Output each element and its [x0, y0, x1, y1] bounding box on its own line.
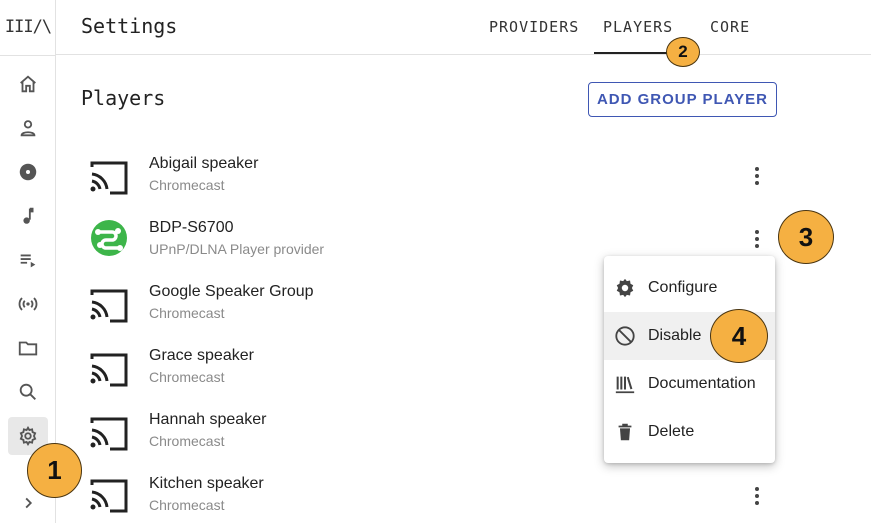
divider: [0, 55, 56, 56]
menu-item-label: Documentation: [648, 375, 756, 392]
folder-icon[interactable]: [8, 329, 48, 367]
player-name: BDP-S6700: [149, 219, 234, 236]
person-icon[interactable]: [8, 109, 48, 147]
player-provider: Chromecast: [149, 433, 225, 449]
step-badge: 2: [666, 37, 700, 67]
tab-players[interactable]: PLAYERS: [603, 18, 673, 36]
player-provider: UPnP/DLNA Player provider: [149, 241, 325, 257]
more-vert-icon[interactable]: [746, 483, 768, 509]
step-badge: 3: [778, 210, 834, 264]
cast-icon: [90, 161, 128, 195]
playlist-icon[interactable]: [8, 241, 48, 279]
menu-item-delete[interactable]: Delete: [604, 408, 775, 456]
search-icon[interactable]: [8, 373, 48, 411]
cast-icon: [90, 417, 128, 451]
add-group-player-button[interactable]: ADD GROUP PLAYER: [588, 82, 777, 117]
app-logo[interactable]: III/\: [0, 0, 56, 54]
library-icon: [613, 372, 637, 396]
trash-icon: [613, 420, 637, 444]
album-icon[interactable]: [8, 153, 48, 191]
cast-icon: [90, 353, 128, 387]
cast-icon: [90, 479, 128, 513]
player-name: Abigail speaker: [149, 155, 259, 172]
player-name: Grace speaker: [149, 347, 254, 364]
player-provider: Chromecast: [149, 497, 225, 513]
more-vert-icon[interactable]: [746, 226, 768, 252]
radio-icon[interactable]: [8, 285, 48, 323]
player-name: Google Speaker Group: [149, 283, 314, 300]
menu-item-label: Disable: [648, 327, 702, 344]
home-icon[interactable]: [8, 65, 48, 103]
dlna-icon: [91, 220, 127, 256]
header: Settings PROVIDERS PLAYERS CORE: [56, 0, 871, 55]
section-title: Players: [81, 86, 166, 110]
player-row[interactable]: Kitchen speaker Chromecast: [80, 471, 780, 523]
block-icon: [613, 324, 637, 348]
menu-item-label: Configure: [648, 279, 718, 296]
menu-item-documentation[interactable]: Documentation: [604, 360, 775, 408]
gear-icon: [613, 276, 637, 300]
step-badge: 4: [710, 309, 768, 363]
more-vert-icon[interactable]: [746, 163, 768, 189]
player-name: Hannah speaker: [149, 411, 267, 428]
menu-item-label: Delete: [648, 423, 695, 440]
menu-item-configure[interactable]: Configure: [604, 264, 775, 312]
player-provider: Chromecast: [149, 369, 225, 385]
player-name: Kitchen speaker: [149, 475, 264, 492]
player-provider: Chromecast: [149, 305, 225, 321]
page-title: Settings: [81, 14, 178, 38]
cast-icon: [90, 289, 128, 323]
player-provider: Chromecast: [149, 177, 225, 193]
music-note-icon[interactable]: [8, 197, 48, 235]
tab-providers[interactable]: PROVIDERS: [489, 18, 579, 36]
player-row[interactable]: Abigail speaker Chromecast: [80, 151, 780, 207]
tab-core[interactable]: CORE: [710, 18, 750, 36]
step-badge: 1: [27, 443, 82, 498]
